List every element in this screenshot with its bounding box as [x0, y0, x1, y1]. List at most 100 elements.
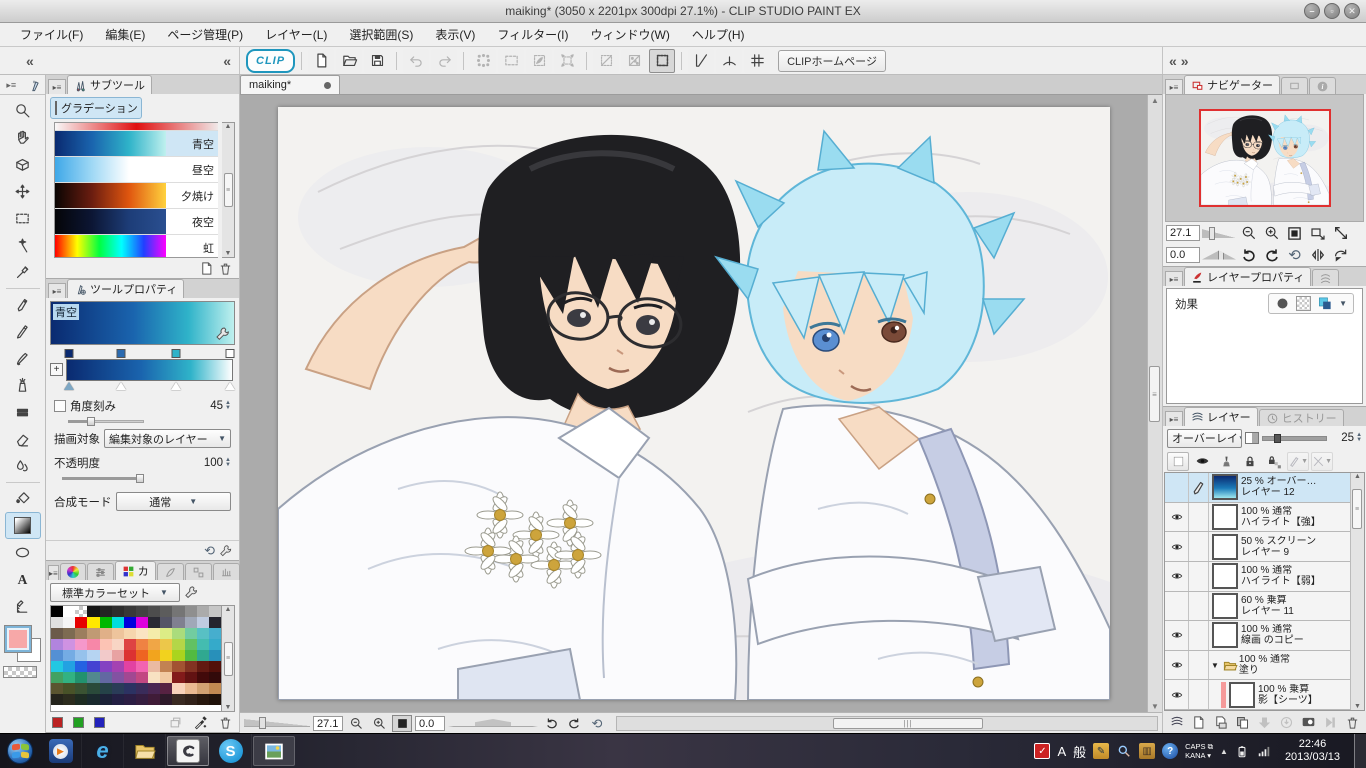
color-swatch[interactable]	[87, 650, 100, 661]
apply-mask-icon[interactable]	[1321, 713, 1340, 732]
start-button[interactable]	[0, 734, 40, 768]
color-swatch[interactable]	[75, 683, 88, 694]
layer-visible-eye-icon[interactable]	[1165, 680, 1189, 709]
menu-item-1[interactable]: ファイル(F)	[10, 23, 93, 46]
gradient-item-partial[interactable]	[55, 123, 218, 131]
color-swatch[interactable]	[99, 617, 112, 628]
color-swatch[interactable]	[148, 694, 161, 705]
figure-tool[interactable]	[5, 539, 41, 566]
thumbnail-toggle-icon[interactable]	[1167, 451, 1189, 471]
color-swatch[interactable]	[87, 672, 100, 683]
subview-tab[interactable]	[1281, 77, 1308, 94]
color-swatch[interactable]	[75, 694, 88, 705]
color-swatch[interactable]	[196, 639, 209, 650]
color-swatch[interactable]	[172, 639, 185, 650]
layer-thumbnail[interactable]	[1212, 474, 1238, 501]
set-drawing-target-icon[interactable]: ▼	[1287, 451, 1309, 471]
color-swatch[interactable]	[184, 650, 197, 661]
approximate-color-tab[interactable]	[212, 563, 240, 580]
angle-step-checkbox[interactable]	[54, 400, 66, 412]
nav-rotate-cw-icon[interactable]	[1261, 246, 1282, 264]
color-swatch[interactable]	[172, 650, 185, 661]
color-swatch[interactable]	[160, 683, 173, 694]
transfer-down-icon[interactable]	[1255, 713, 1274, 732]
color-swatch[interactable]	[196, 683, 209, 694]
color-swatch[interactable]	[136, 661, 149, 672]
document-tab[interactable]: maiking*	[240, 75, 340, 94]
move-tool[interactable]	[5, 178, 41, 205]
color-swatch[interactable]	[123, 617, 136, 628]
new-subtool-icon[interactable]	[199, 261, 214, 276]
color-swatch[interactable]	[99, 672, 112, 683]
status-zoom-slider[interactable]	[244, 717, 310, 729]
tone-area-button[interactable]	[621, 48, 648, 73]
navigator-preview-area[interactable]	[1165, 94, 1364, 222]
color-swatch[interactable]	[123, 628, 136, 639]
subtool-menu-icon[interactable]: ▸≡	[48, 79, 66, 94]
collapse-left-icon2[interactable]: «	[223, 53, 231, 69]
status-rotate-cw-icon[interactable]	[564, 715, 584, 732]
color-swatch[interactable]	[172, 694, 185, 705]
color-swatch[interactable]	[136, 683, 149, 694]
menu-item-2[interactable]: 編集(E)	[95, 23, 155, 46]
ruler-tool[interactable]	[5, 593, 41, 620]
menu-item-5[interactable]: 選択範囲(S)	[339, 23, 423, 46]
maximize-button[interactable]: ▫	[1324, 3, 1340, 19]
ime-pad-tray-icon[interactable]: ✎	[1093, 743, 1110, 759]
gradient-stop-marker-3[interactable]	[171, 382, 182, 390]
layer-row-8[interactable]: 100 % 乗算 影【シーツ】	[1165, 680, 1350, 710]
navigator-zoom-slider[interactable]	[1202, 226, 1236, 240]
image-viewer-button[interactable]	[253, 736, 295, 766]
color-swatch[interactable]	[123, 650, 136, 661]
color-swatch[interactable]	[208, 683, 221, 694]
color-swatch[interactable]	[63, 639, 76, 650]
gradient-stop-marker-1[interactable]	[64, 382, 75, 390]
opacity-value[interactable]: 100	[199, 457, 223, 469]
color-swatch[interactable]	[87, 628, 100, 639]
color-swatch[interactable]	[87, 694, 100, 705]
status-zoom-out-icon[interactable]	[346, 715, 366, 732]
redo-button[interactable]	[431, 48, 458, 73]
layer-opacity-slider[interactable]	[1262, 433, 1328, 443]
color-swatch[interactable]	[111, 683, 124, 694]
new-layer-icon[interactable]	[1189, 713, 1208, 732]
pencil-tool[interactable]	[5, 318, 41, 345]
color-swatch[interactable]	[148, 606, 161, 617]
color-swatch[interactable]	[160, 606, 173, 617]
gradient-stop-marker-4[interactable]	[224, 382, 235, 390]
media-player-button[interactable]: ▶	[40, 734, 82, 768]
undo-button[interactable]	[403, 48, 430, 73]
color-swatch[interactable]	[63, 661, 76, 672]
wand-tool[interactable]	[5, 232, 41, 259]
layer-thumbnail[interactable]	[1212, 622, 1238, 649]
internet-explorer-button[interactable]: e	[82, 734, 124, 768]
reset-all-icon[interactable]: ⟲	[204, 544, 215, 557]
color-swatch[interactable]	[196, 628, 209, 639]
color-swatch[interactable]	[51, 628, 64, 639]
skype-button[interactable]: S	[210, 734, 252, 768]
color-swatch[interactable]	[208, 606, 221, 617]
wrench-icon[interactable]	[215, 326, 231, 342]
snap-grid-button[interactable]	[744, 48, 771, 73]
color-swatch[interactable]	[136, 650, 149, 661]
gradient-item-1[interactable]: 青空	[55, 131, 218, 157]
canvas-viewport[interactable]: ▲ ▼ ≡	[240, 95, 1162, 712]
color-swatch[interactable]	[184, 617, 197, 628]
layer-panel-menu-icon[interactable]: ▸≡	[1165, 411, 1183, 426]
layer-row-7[interactable]: ▼ 100 % 通常 塗り	[1165, 650, 1350, 681]
status-rotate-ccw-icon[interactable]	[541, 715, 561, 732]
color-swatch[interactable]	[172, 661, 185, 672]
delete-color-icon[interactable]	[218, 715, 233, 730]
color-swatch[interactable]	[196, 650, 209, 661]
color-swatch[interactable]	[172, 672, 185, 683]
save-button[interactable]	[364, 48, 391, 73]
show-hidden-icons-arrow[interactable]: ▲	[1220, 747, 1228, 756]
show-desktop-button[interactable]	[1354, 734, 1366, 768]
subtool-tab[interactable]: サブツール	[67, 75, 152, 94]
layer-blend-mode-dropdown[interactable]: オーバーレイ▼	[1167, 428, 1243, 448]
clip-logo-button[interactable]: CLIP	[246, 48, 296, 73]
selection-border-button[interactable]	[649, 48, 676, 73]
color-swatch[interactable]	[148, 661, 161, 672]
gradient-tool[interactable]	[4, 512, 41, 539]
quick-mask-button[interactable]	[526, 48, 553, 73]
